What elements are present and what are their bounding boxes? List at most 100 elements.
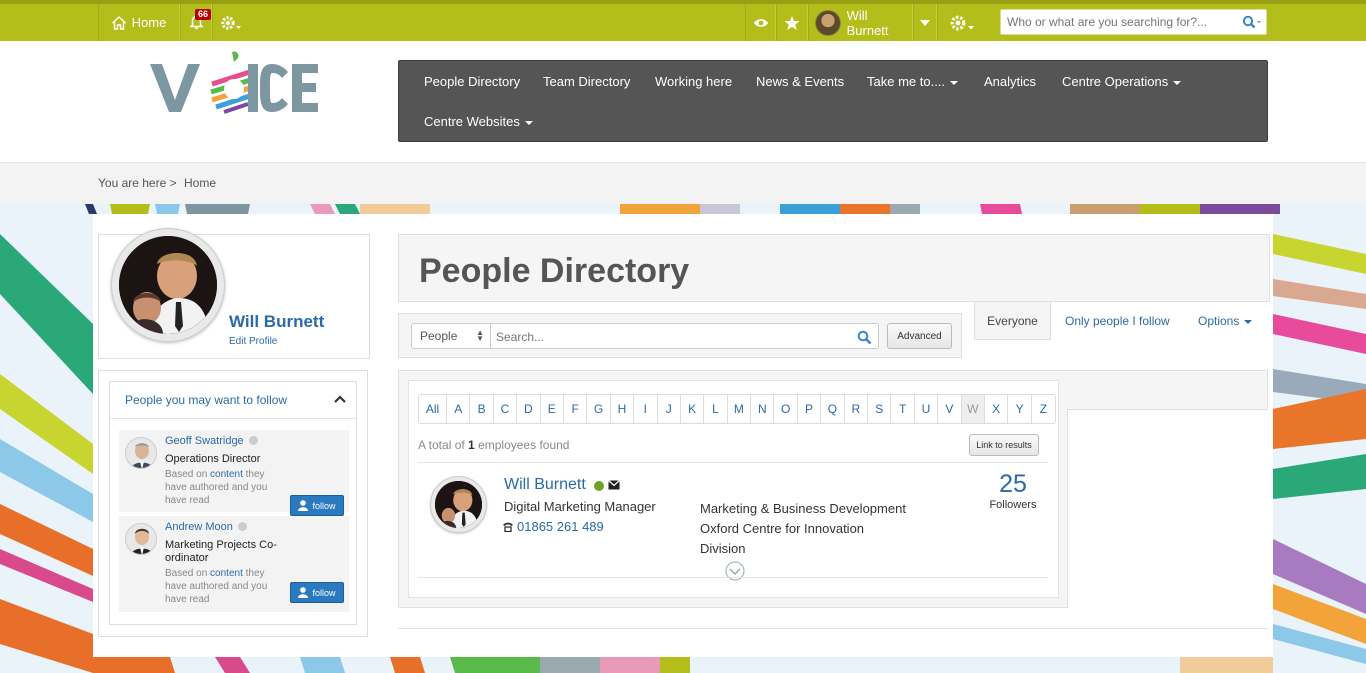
link-to-results-button[interactable]: Link to results xyxy=(969,434,1039,456)
chevron-up-icon xyxy=(334,395,346,403)
result-job-title: Digital Marketing Manager xyxy=(504,499,656,514)
alphabet-letter-c[interactable]: C xyxy=(494,395,518,423)
alphabet-letter-s[interactable]: S xyxy=(868,395,892,423)
alphabet-letter-u[interactable]: U xyxy=(915,395,939,423)
content-link[interactable]: content xyxy=(210,568,243,579)
search-icon xyxy=(1242,15,1261,29)
follow-button[interactable]: follow xyxy=(290,495,344,516)
alphabet-letter-d[interactable]: D xyxy=(517,395,541,423)
directory-search-input[interactable] xyxy=(496,328,846,346)
nav-take-me-to[interactable]: Take me to.... xyxy=(867,74,959,89)
breadcrumb-home[interactable]: Home xyxy=(184,176,216,190)
caret-down-icon xyxy=(920,19,930,26)
phone-icon xyxy=(503,522,513,532)
alphabet-letter-q[interactable]: Q xyxy=(821,395,845,423)
result-name[interactable]: Will Burnett xyxy=(504,476,586,494)
alphabet-letter-b[interactable]: B xyxy=(470,395,494,423)
alphabet-letter-n[interactable]: N xyxy=(751,395,775,423)
profile-avatar[interactable] xyxy=(111,228,225,342)
favourites-button[interactable] xyxy=(776,4,808,41)
select-arrows-icon: ▲ ▼ xyxy=(476,328,484,343)
admin-settings-button[interactable] xyxy=(937,4,985,41)
nav-centre-websites-label: Centre Websites xyxy=(424,114,520,129)
online-status-dot xyxy=(594,481,604,491)
home-icon xyxy=(111,15,126,30)
voice-logo[interactable] xyxy=(148,50,320,118)
alphabet-letter-y[interactable]: Y xyxy=(1008,395,1032,423)
search-type-select[interactable]: People ▲ ▼ xyxy=(411,323,491,349)
nav-centre-websites[interactable]: Centre Websites xyxy=(424,114,533,129)
nav-centre-operations[interactable]: Centre Operations xyxy=(1062,74,1182,89)
alphabet-letter-p[interactable]: P xyxy=(798,395,822,423)
breadcrumb: You are here > Home xyxy=(0,162,1366,204)
nav-centre-operations-label: Centre Operations xyxy=(1062,74,1169,89)
alphabet-letter-l[interactable]: L xyxy=(704,395,728,423)
suggested-person-name[interactable]: Geoff Swatridge xyxy=(165,435,258,447)
alphabet-letter-h[interactable]: H xyxy=(611,395,635,423)
tab-only-people-i-follow[interactable]: Only people I follow xyxy=(1065,302,1170,340)
nav-team-directory[interactable]: Team Directory xyxy=(543,74,630,89)
tab-options[interactable]: Options xyxy=(1198,302,1253,340)
suggested-person-name[interactable]: Andrew Moon xyxy=(165,521,247,533)
alphabet-letter-f[interactable]: F xyxy=(564,395,588,423)
alphabet-letter-k[interactable]: K xyxy=(681,395,705,423)
edit-profile-link[interactable]: Edit Profile xyxy=(229,336,277,347)
home-label: Home xyxy=(131,15,167,30)
nav-people-directory[interactable]: People Directory xyxy=(424,74,520,89)
expand-chevron-icon[interactable] xyxy=(724,561,746,581)
alphabet-letter-o[interactable]: O xyxy=(774,395,798,423)
alphabet-letter-a[interactable]: A xyxy=(447,395,471,423)
suggested-person-role: Operations Director xyxy=(165,453,261,465)
alphabet-letter-x[interactable]: X xyxy=(985,395,1009,423)
avatar[interactable] xyxy=(125,437,157,469)
alphabet-letter-all[interactable]: All xyxy=(419,395,447,423)
alphabet-letter-i[interactable]: I xyxy=(634,395,658,423)
suggested-person-role: Marketing Projects Co-ordinator xyxy=(165,539,277,564)
follow-suggestions-header[interactable]: People you may want to follow xyxy=(110,382,356,419)
divider xyxy=(418,462,1048,463)
followers-count[interactable]: 25 xyxy=(990,470,1036,499)
content-link[interactable]: content xyxy=(210,469,243,480)
mail-icon[interactable] xyxy=(608,480,620,490)
status-dot xyxy=(248,436,258,445)
nav-analytics[interactable]: Analytics xyxy=(984,74,1036,89)
alphabet-letter-w[interactable]: W xyxy=(961,395,985,423)
divider xyxy=(418,577,1048,578)
search-icon[interactable] xyxy=(857,330,872,345)
alphabet-letter-e[interactable]: E xyxy=(541,395,564,423)
nav-news-events[interactable]: News & Events xyxy=(756,74,844,89)
avatar[interactable] xyxy=(430,476,487,533)
global-search xyxy=(1000,9,1267,35)
watch-button[interactable] xyxy=(745,4,776,41)
settings-menu-button[interactable] xyxy=(212,4,248,41)
avatar[interactable] xyxy=(125,523,157,555)
advanced-search-button[interactable]: Advanced xyxy=(887,323,952,349)
notifications-button[interactable]: 66 xyxy=(180,4,212,41)
alphabet-letter-j[interactable]: J xyxy=(658,395,681,423)
alphabet-filter: All A B C D E F G H I J K L M N O P Q R S T U V W X Y Z xyxy=(418,394,1057,424)
user-menu[interactable]: Will Burnett xyxy=(808,4,913,41)
star-icon xyxy=(784,15,800,30)
nav-working-here[interactable]: Working here xyxy=(655,74,732,89)
list-item: Andrew Moon Marketing Projects Co-ordina… xyxy=(119,516,349,612)
profile-name[interactable]: Will Burnett xyxy=(229,312,324,332)
alphabet-letter-v[interactable]: V xyxy=(938,395,962,423)
home-link[interactable]: Home xyxy=(98,4,180,41)
global-search-input[interactable] xyxy=(1001,10,1238,34)
tab-everyone[interactable]: Everyone xyxy=(974,302,1051,340)
directory-search xyxy=(490,323,879,349)
alphabet-letter-m[interactable]: M xyxy=(728,395,752,423)
directory-tabs: Everyone Only people I follow Options xyxy=(974,302,1270,340)
alphabet-letter-g[interactable]: G xyxy=(587,395,611,423)
result-phone[interactable]: 01865 261 489 xyxy=(502,519,604,534)
follow-button[interactable]: follow xyxy=(290,582,344,603)
user-menu-toggle[interactable] xyxy=(913,4,937,41)
main-navigation: People Directory Team Directory Working … xyxy=(398,60,1268,142)
global-search-button[interactable] xyxy=(1238,15,1266,29)
user-icon xyxy=(298,587,309,598)
alphabet-letter-r[interactable]: R xyxy=(845,395,869,423)
caret-down-icon xyxy=(1173,80,1182,85)
results-count: A total of 1 employees found xyxy=(418,438,570,452)
alphabet-letter-z[interactable]: Z xyxy=(1032,395,1055,423)
alphabet-letter-t[interactable]: T xyxy=(891,395,915,423)
